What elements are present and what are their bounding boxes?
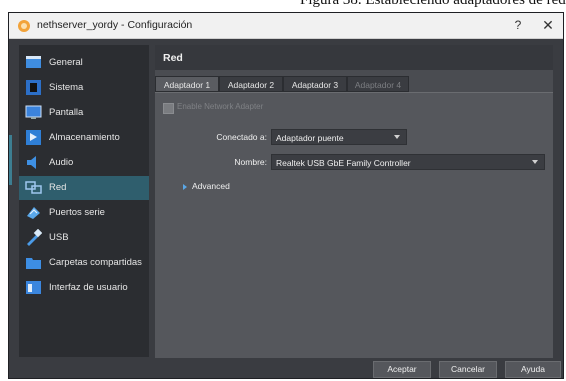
virtualbox-app-icon [18,20,30,32]
figure-caption: Figura 38. Estableciendo adaptadores de … [0,0,566,12]
adapter-name-value: Realtek USB GbE Family Controller [276,158,411,168]
expand-triangle-icon [183,183,187,190]
sidebar-item-carpetas-compartidas[interactable]: Carpetas compartidas [19,251,149,275]
serial-ports-icon [27,207,40,219]
sidebar-item-red[interactable]: Red [19,176,149,200]
sidebar-item-label: General [49,57,83,68]
sidebar-accent-marker [9,135,12,185]
adapter-name-label: Nombre: [234,157,267,167]
sidebar-item-audio[interactable]: Audio [19,151,149,175]
network-icon [25,181,42,194]
sidebar-item-label: Red [49,182,67,193]
window-title: nethserver_yordy - Configuración [37,19,193,31]
shared-folder-icon [26,258,41,269]
chevron-down-icon [394,135,400,139]
sidebar-item-label: USB [49,232,69,243]
display-icon [25,105,42,119]
panel-header: Red [155,45,553,70]
sidebar-item-label: Almacenamiento [49,132,120,143]
system-icon [26,80,41,95]
advanced-label: Advanced [192,181,230,191]
settings-sidebar: General Sistema Pantalla Almacenamiento … [9,45,149,357]
help-button[interactable]: Ayuda [505,361,561,378]
sidebar-item-interfaz-de-usuario[interactable]: Interfaz de usuario [19,276,149,300]
advanced-toggle[interactable]: Advanced [183,181,230,191]
sidebar-item-label: Sistema [49,82,84,93]
sidebar-item-label: Puertos serie [49,207,105,218]
storage-icon [26,130,41,145]
title-bar: nethserver_yordy - Configuración ? ✕ [9,13,563,39]
audio-icon [27,156,36,169]
attached-to-select[interactable]: Adaptador puente [271,129,407,145]
sidebar-item-pantalla[interactable]: Pantalla [19,101,149,125]
dialog-button-bar: Aceptar Cancelar Ayuda [9,357,563,380]
sidebar-item-label: Audio [49,157,74,168]
sidebar-item-general[interactable]: General [19,51,149,75]
close-icon[interactable]: ✕ [539,16,557,34]
page-title: Red [163,52,183,64]
tab-adaptador-2[interactable]: Adaptador 2 [219,76,283,92]
sidebar-item-almacenamiento[interactable]: Almacenamiento [19,126,149,150]
general-icon [26,56,41,68]
adapter-tab-body: Enable Network Adapter Conectado a: Adap… [155,92,553,358]
help-icon[interactable]: ? [509,16,527,34]
settings-window: nethserver_yordy - Configuración ? ✕ Gen… [8,12,564,379]
sidebar-item-sistema[interactable]: Sistema [19,76,149,100]
tab-adaptador-3[interactable]: Adaptador 3 [283,76,347,92]
tab-adaptador-4[interactable]: Adaptador 4 [347,76,409,92]
sidebar-item-label: Carpetas compartidas [49,257,142,268]
attached-to-label: Conectado a: [216,132,267,142]
ok-button[interactable]: Aceptar [373,361,431,378]
cancel-button[interactable]: Cancelar [439,361,497,378]
user-interface-icon [26,281,41,294]
tab-adaptador-1[interactable]: Adaptador 1 [155,76,219,92]
usb-icon [27,229,42,246]
enable-adapter-label: Enable Network Adapter [177,102,264,111]
chevron-down-icon [532,160,538,164]
figure-caption-text: Figura 38. Estableciendo adaptadores de … [300,0,566,8]
sidebar-item-label: Interfaz de usuario [49,282,128,293]
adapter-name-select[interactable]: Realtek USB GbE Family Controller [271,154,545,170]
attached-to-value: Adaptador puente [276,133,344,143]
sidebar-item-label: Pantalla [49,107,84,118]
network-settings-panel: Red Adaptador 1 Adaptador 2 Adaptador 3 … [155,45,553,358]
sidebar-item-usb[interactable]: USB [19,226,149,250]
enable-adapter-checkbox[interactable] [163,103,174,114]
sidebar-item-puertos-serie[interactable]: Puertos serie [19,201,149,225]
